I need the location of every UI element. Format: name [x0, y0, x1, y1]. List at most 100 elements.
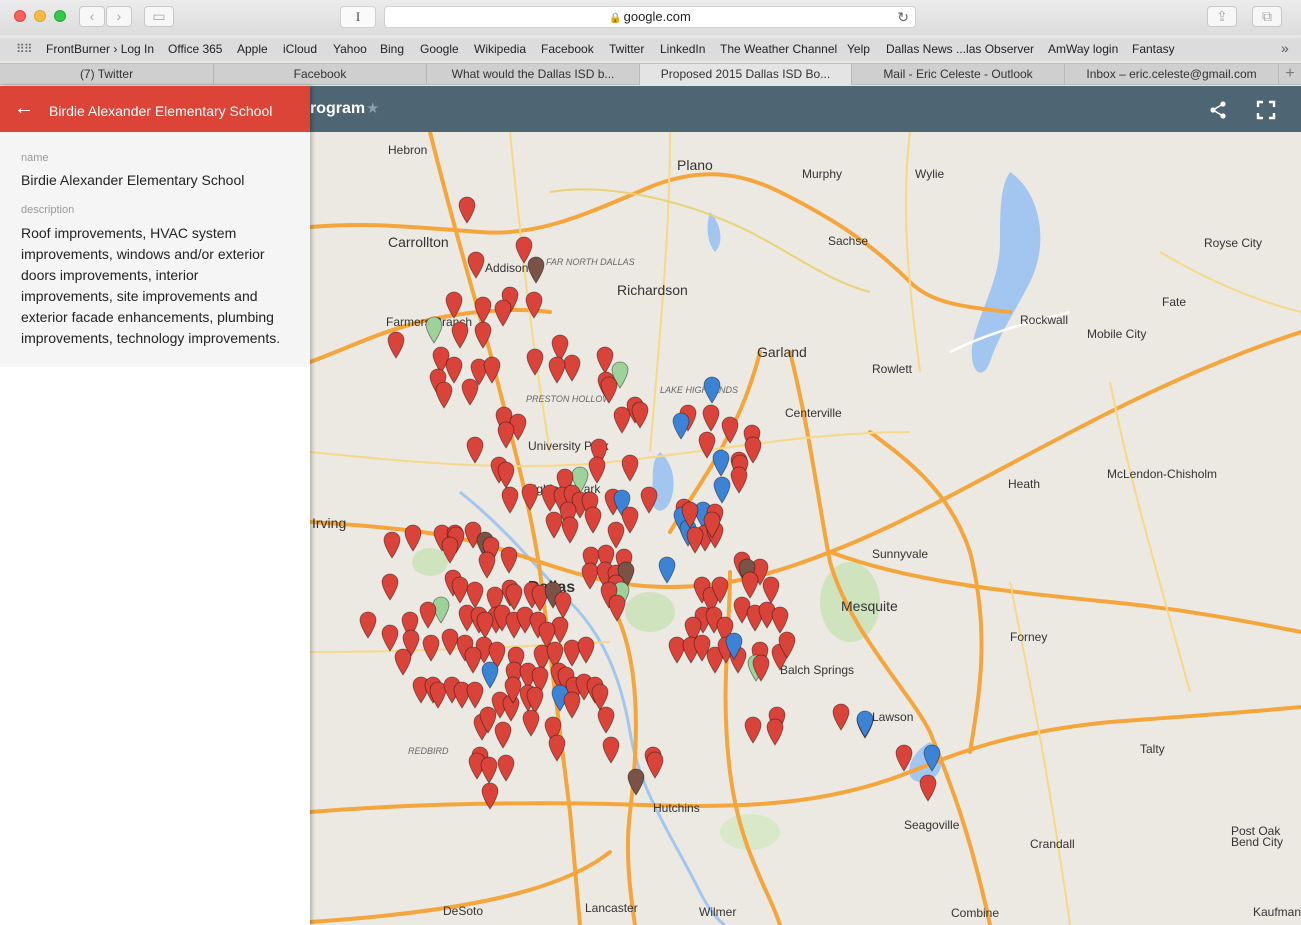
school-marker-red[interactable] — [483, 356, 501, 384]
favorite-link[interactable]: Yelp — [847, 42, 870, 56]
school-marker-red[interactable] — [458, 196, 476, 224]
school-marker-red[interactable] — [422, 634, 440, 662]
school-marker-red[interactable] — [497, 421, 515, 449]
share-page-button[interactable]: ⇪ — [1207, 6, 1237, 27]
favorite-link[interactable]: Bing — [380, 42, 404, 56]
school-marker-brown[interactable] — [627, 768, 645, 796]
school-marker-red[interactable] — [445, 291, 463, 319]
school-marker-red[interactable] — [711, 576, 729, 604]
school-marker-red[interactable] — [646, 751, 664, 779]
school-marker-blue[interactable] — [672, 412, 690, 440]
school-marker-red[interactable] — [741, 571, 759, 599]
school-marker-red[interactable] — [721, 416, 739, 444]
back-arrow-icon[interactable]: ← — [14, 97, 34, 120]
favorite-link[interactable]: iCloud — [283, 42, 317, 56]
school-marker-red[interactable] — [730, 466, 748, 494]
school-marker-red[interactable] — [501, 486, 519, 514]
school-marker-red[interactable] — [588, 456, 606, 484]
school-marker-blue[interactable] — [713, 476, 731, 504]
school-marker-blue[interactable] — [658, 556, 676, 584]
school-marker-red[interactable] — [522, 709, 540, 737]
favorite-link[interactable]: Office 365 — [168, 42, 222, 56]
school-marker-blue[interactable] — [856, 710, 874, 738]
map-title[interactable]: rogram — [310, 100, 365, 118]
school-marker-red[interactable] — [494, 299, 512, 327]
school-marker-red[interactable] — [895, 744, 913, 772]
school-marker-red[interactable] — [563, 691, 581, 719]
fullscreen-icon[interactable] — [1256, 100, 1276, 120]
school-marker-red[interactable] — [497, 754, 515, 782]
school-marker-red[interactable] — [613, 406, 631, 434]
school-marker-red[interactable] — [608, 594, 626, 622]
school-marker-red[interactable] — [481, 782, 499, 810]
school-marker-brown[interactable] — [527, 256, 545, 284]
tab-outlook-mail[interactable]: Mail - Eric Celeste - Outlook — [852, 64, 1065, 85]
school-marker-red[interactable] — [766, 718, 784, 746]
tab-dallas-isd-article[interactable]: What would the Dallas ISD b... — [427, 64, 640, 85]
school-marker-red[interactable] — [600, 376, 618, 404]
school-marker-red[interactable] — [681, 501, 699, 529]
school-marker-red[interactable] — [554, 591, 572, 619]
school-marker-red[interactable] — [744, 716, 762, 744]
favorite-link[interactable]: Google — [420, 42, 459, 56]
school-marker-red[interactable] — [561, 516, 579, 544]
favorite-link[interactable]: AmWay login — [1048, 42, 1118, 56]
star-icon[interactable]: ★ — [366, 99, 379, 117]
school-marker-red[interactable] — [752, 654, 770, 682]
school-marker-red[interactable] — [577, 636, 595, 664]
map-canvas[interactable]: Hebron Plano Murphy Wylie Carrollton Add… — [310, 132, 1301, 925]
school-marker-red[interactable] — [494, 721, 512, 749]
reload-icon[interactable]: ↻ — [897, 7, 909, 27]
school-marker-red[interactable] — [631, 401, 649, 429]
school-marker-red[interactable] — [500, 546, 518, 574]
more-favorites-icon[interactable]: » — [1281, 40, 1289, 56]
school-marker-red[interactable] — [686, 526, 704, 554]
school-marker-red[interactable] — [381, 573, 399, 601]
favorite-link[interactable]: Wikipedia — [474, 42, 526, 56]
school-marker-red[interactable] — [525, 291, 543, 319]
tab-twitter[interactable]: (7) Twitter — [0, 64, 214, 85]
school-marker-red[interactable] — [383, 531, 401, 559]
forward-button[interactable]: › — [106, 6, 132, 27]
school-marker-red[interactable] — [461, 378, 479, 406]
close-window-button[interactable] — [14, 10, 26, 22]
favorite-link[interactable]: Fantasy — [1132, 42, 1175, 56]
school-marker-red[interactable] — [435, 381, 453, 409]
school-marker-red[interactable] — [832, 703, 850, 731]
school-marker-red[interactable] — [778, 631, 796, 659]
school-marker-red[interactable] — [497, 461, 515, 489]
school-marker-blue[interactable] — [923, 744, 941, 772]
school-marker-red[interactable] — [464, 646, 482, 674]
tab-facebook[interactable]: Facebook — [214, 64, 427, 85]
school-marker-red[interactable] — [597, 706, 615, 734]
school-marker-red[interactable] — [394, 648, 412, 676]
favorite-link[interactable]: Dallas News ...las Observer — [886, 42, 1034, 56]
apps-grid-icon[interactable]: ⠿⠿ — [16, 42, 33, 56]
sidebar-toggle-button[interactable]: ▭ — [144, 6, 174, 27]
school-marker-red[interactable] — [419, 601, 437, 629]
minimize-window-button[interactable] — [34, 10, 46, 22]
school-marker-blue[interactable] — [481, 661, 499, 689]
school-marker-red[interactable] — [474, 296, 492, 324]
school-marker-red[interactable] — [387, 331, 405, 359]
school-marker-red[interactable] — [621, 454, 639, 482]
school-marker-red[interactable] — [504, 676, 522, 704]
school-marker-blue[interactable] — [725, 632, 743, 660]
school-marker-red[interactable] — [548, 356, 566, 384]
school-marker-red[interactable] — [480, 756, 498, 784]
school-marker-red[interactable] — [474, 321, 492, 349]
school-marker-blue[interactable] — [712, 449, 730, 477]
school-marker-red[interactable] — [521, 483, 539, 511]
address-bar[interactable]: 🔒 google.com ↻ — [384, 6, 916, 28]
school-marker-red[interactable] — [478, 551, 496, 579]
school-marker-red[interactable] — [919, 774, 937, 802]
back-button[interactable]: ‹ — [79, 6, 105, 27]
favorite-link[interactable]: Twitter — [609, 42, 644, 56]
school-marker-red[interactable] — [526, 348, 544, 376]
favorite-link[interactable]: LinkedIn — [660, 42, 705, 56]
school-marker-red[interactable] — [702, 404, 720, 432]
new-tab-button[interactable]: + — [1279, 64, 1301, 85]
school-marker-red[interactable] — [771, 606, 789, 634]
school-marker-red[interactable] — [451, 321, 469, 349]
school-marker-blue[interactable] — [703, 376, 721, 404]
